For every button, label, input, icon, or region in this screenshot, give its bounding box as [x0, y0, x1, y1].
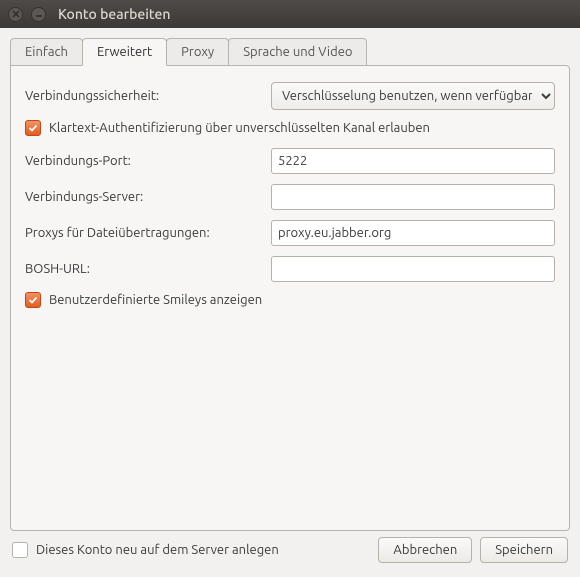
row-smileys: Benutzerdefinierte Smileys anzeigen [25, 292, 555, 308]
window-title: Konto bearbeiten [58, 6, 170, 22]
minimize-icon[interactable] [31, 7, 46, 22]
bosh-label: BOSH-URL: [25, 262, 271, 276]
security-select[interactable]: Verschlüsselung benutzen, wenn verfügbar [271, 82, 555, 110]
row-klartext: Klartext-Authentifizierung über unversch… [25, 120, 555, 136]
cancel-button[interactable]: Abbrechen [378, 537, 472, 563]
klartext-checkbox[interactable] [25, 120, 41, 136]
server-label: Verbindungs-Server: [25, 190, 271, 204]
row-server: Verbindungs-Server: [25, 184, 555, 210]
row-port: Verbindungs-Port: [25, 148, 555, 174]
tab-erweitert[interactable]: Erweitert [82, 38, 167, 66]
smileys-checkbox[interactable] [25, 292, 41, 308]
register-checkbox[interactable] [12, 542, 28, 558]
tab-sprache-video[interactable]: Sprache und Video [228, 38, 367, 65]
row-security: Verbindungssicherheit: Verschlüsselung b… [25, 82, 555, 110]
close-icon[interactable] [8, 7, 23, 22]
tab-proxy[interactable]: Proxy [166, 38, 229, 65]
port-label: Verbindungs-Port: [25, 154, 271, 168]
row-fileproxy: Proxys für Dateiübertragungen: [25, 220, 555, 246]
footer-row: Dieses Konto neu auf dem Server anlegen … [10, 531, 570, 567]
row-bosh: BOSH-URL: [25, 256, 555, 282]
klartext-label: Klartext-Authentifizierung über unversch… [49, 121, 430, 135]
window: Konto bearbeiten Einfach Erweitert Proxy… [0, 0, 580, 577]
tab-einfach[interactable]: Einfach [10, 38, 83, 65]
save-button[interactable]: Speichern [480, 537, 568, 563]
tabs-bar: Einfach Erweitert Proxy Sprache und Vide… [10, 38, 570, 65]
server-input[interactable] [271, 184, 555, 210]
fileproxy-label: Proxys für Dateiübertragungen: [25, 226, 271, 240]
client-area: Einfach Erweitert Proxy Sprache und Vide… [0, 28, 580, 577]
titlebar: Konto bearbeiten [0, 0, 580, 28]
tab-panel-erweitert: Verbindungssicherheit: Verschlüsselung b… [10, 65, 570, 531]
port-input[interactable] [271, 148, 555, 174]
smileys-label: Benutzerdefinierte Smileys anzeigen [49, 293, 262, 307]
bosh-input[interactable] [271, 256, 555, 282]
security-label: Verbindungssicherheit: [25, 89, 271, 103]
fileproxy-input[interactable] [271, 220, 555, 246]
register-label: Dieses Konto neu auf dem Server anlegen [36, 543, 279, 557]
